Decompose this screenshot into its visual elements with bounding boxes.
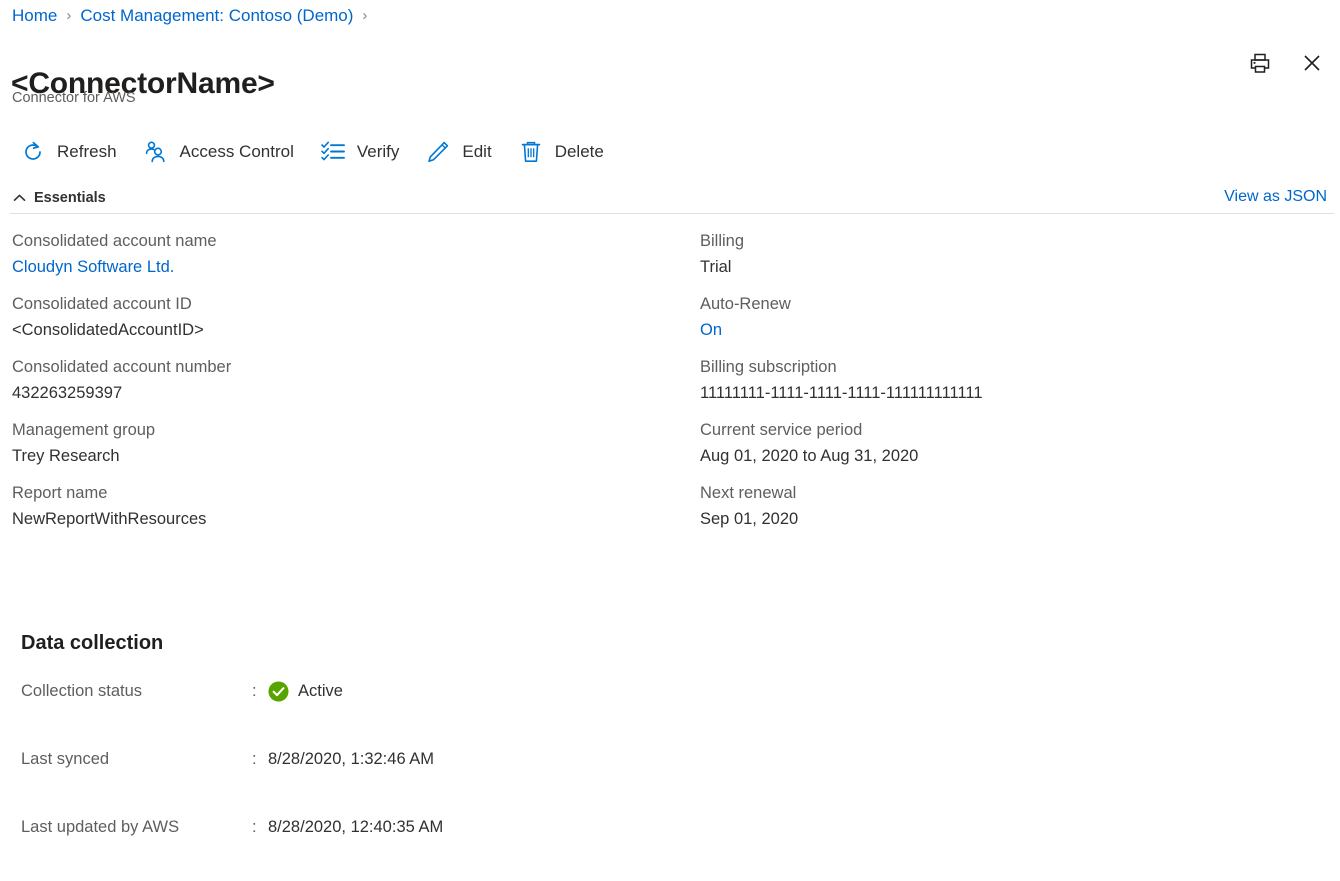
table-row: Collection status : Active xyxy=(21,678,721,704)
edit-button[interactable]: Edit xyxy=(419,133,503,171)
table-row: Last synced : 8/28/2020, 1:32:46 AM xyxy=(21,746,721,772)
status-badge: Active xyxy=(298,682,343,700)
breadcrumb-separator-icon: › xyxy=(66,7,72,24)
breadcrumb-separator-icon: › xyxy=(362,7,368,24)
delete-label: Delete xyxy=(554,142,604,161)
chevron-up-icon xyxy=(12,191,27,206)
refresh-label: Refresh xyxy=(57,142,117,161)
checklist-icon xyxy=(320,139,346,165)
print-button[interactable] xyxy=(1244,48,1276,80)
row-colon: : xyxy=(252,750,257,768)
collection-status-label: Collection status xyxy=(21,682,143,700)
verify-button[interactable]: Verify xyxy=(314,133,412,171)
success-check-icon xyxy=(268,681,289,702)
edit-label: Edit xyxy=(462,142,492,161)
delete-button[interactable]: Delete xyxy=(512,133,616,171)
data-collection-table: Collection status : Active Last synced :… xyxy=(21,678,721,881)
verify-label: Verify xyxy=(356,142,400,161)
refresh-button[interactable]: Refresh xyxy=(14,133,129,171)
trash-icon xyxy=(518,139,544,165)
breadcrumb: Home › Cost Management: Contoso (Demo) › xyxy=(12,3,376,29)
view-as-json-link[interactable]: View as JSON xyxy=(1224,186,1327,208)
essentials-title: Essentials xyxy=(34,190,106,206)
last-updated-by-aws-label: Last updated by AWS xyxy=(21,818,180,836)
command-bar: Refresh Access Control Verify Edit Delet… xyxy=(14,133,624,171)
row-colon: : xyxy=(252,818,257,836)
window-actions xyxy=(1244,48,1328,80)
last-updated-by-aws-value: 8/28/2020, 12:40:35 AM xyxy=(268,818,444,836)
essentials-header: Essentials xyxy=(0,184,1340,212)
essentials-right-column: Billing Trial Auto-Renew On Billing subs… xyxy=(700,232,983,528)
essentials-divider xyxy=(10,213,1334,214)
close-button[interactable] xyxy=(1296,48,1328,80)
data-collection-heading: Data collection xyxy=(21,631,164,654)
breadcrumb-item-home[interactable]: Home xyxy=(12,3,57,29)
collection-status-value-wrap: Active xyxy=(268,678,343,704)
last-synced-value: 8/28/2020, 1:32:46 AM xyxy=(268,750,435,768)
table-row: Last updated by AWS : 8/28/2020, 12:40:3… xyxy=(21,814,721,840)
pencil-icon xyxy=(425,139,451,165)
essentials-properties: Consolidated account name Cloudyn Softwa… xyxy=(0,228,1340,543)
last-synced-label: Last synced xyxy=(21,750,110,768)
essentials-collapse-toggle[interactable]: Essentials xyxy=(0,188,110,208)
close-icon xyxy=(1300,51,1324,78)
access-control-button[interactable]: Access Control xyxy=(137,133,306,171)
breadcrumb-item-cost-management[interactable]: Cost Management: Contoso (Demo) xyxy=(80,3,353,29)
refresh-icon xyxy=(20,139,46,165)
people-key-icon xyxy=(143,139,169,165)
page-subtitle: Connector for AWS xyxy=(12,90,136,106)
connector-details-page: Home › Cost Management: Contoso (Demo) ›… xyxy=(0,0,1340,881)
print-icon xyxy=(1247,50,1273,79)
access-control-label: Access Control xyxy=(179,142,294,161)
row-colon: : xyxy=(252,682,257,700)
